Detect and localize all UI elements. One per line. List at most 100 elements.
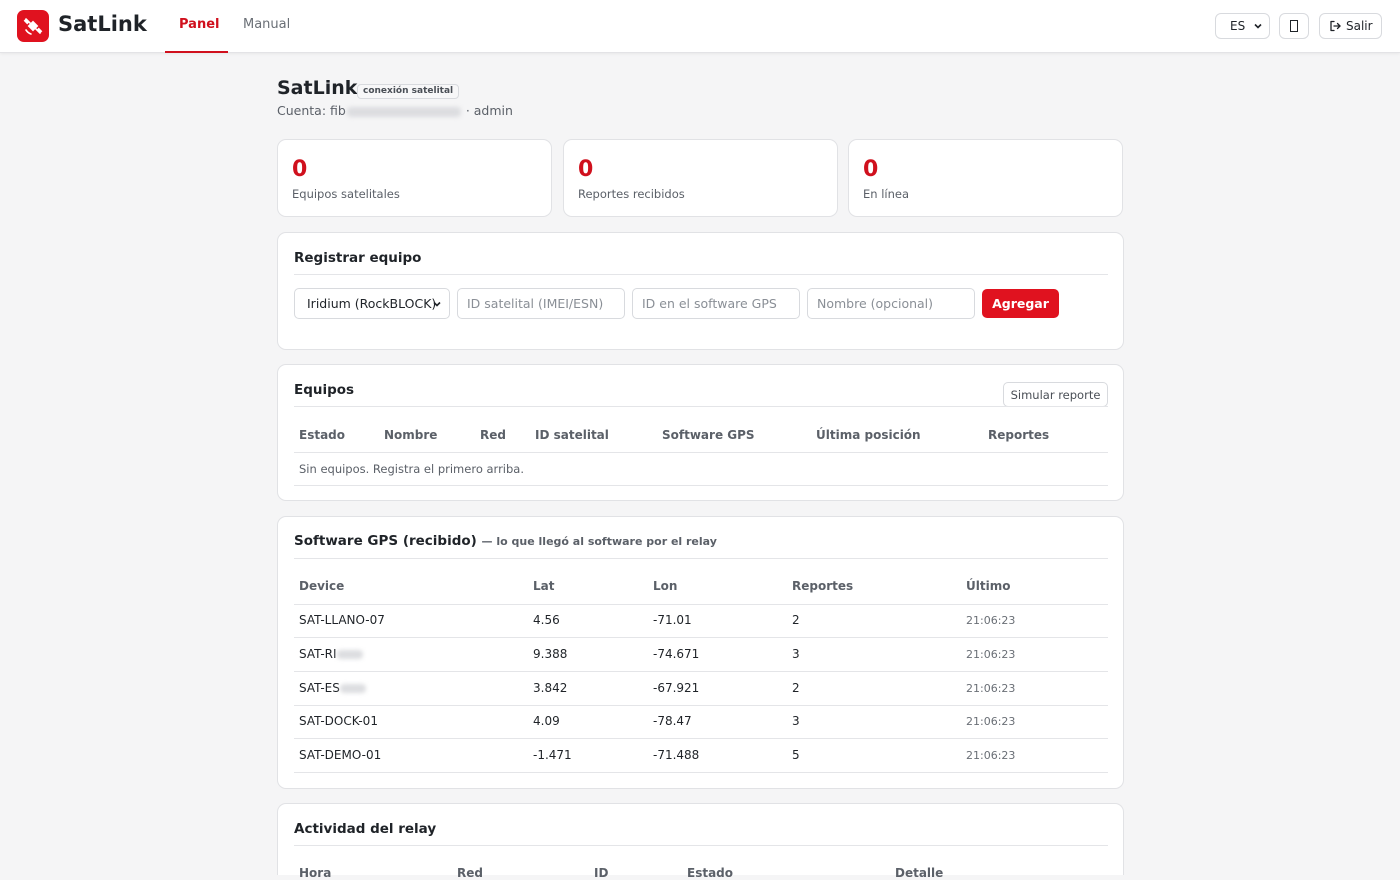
stat-card-reports: 0 Reportes recibidos xyxy=(563,139,838,217)
stat-value: 0 xyxy=(863,157,879,182)
divider xyxy=(294,558,1108,559)
cell-last: 21:06:23 xyxy=(966,682,1016,695)
language-select[interactable]: ES xyxy=(1215,13,1270,39)
stat-value: 0 xyxy=(292,157,308,182)
register-title: Registrar equipo xyxy=(294,250,422,266)
column-header[interactable]: Reportes xyxy=(792,579,853,593)
cell-last: 21:06:23 xyxy=(966,715,1016,728)
column-header[interactable]: Reportes xyxy=(988,428,1049,442)
cell-lat: -1.471 xyxy=(533,748,572,762)
gps-received-title: Software GPS (recibido) — lo que llegó a… xyxy=(294,533,717,549)
cell-reports: 2 xyxy=(792,613,800,627)
chevron-down-icon xyxy=(1254,23,1262,29)
account-prefix: Cuenta: fib xyxy=(277,103,346,118)
column-header[interactable]: Device xyxy=(299,579,344,593)
gps-software-id-input[interactable]: ID en el software GPS xyxy=(632,288,800,319)
cell-last: 21:06:23 xyxy=(966,648,1016,661)
redacted-fragment xyxy=(336,650,363,659)
divider xyxy=(294,845,1108,846)
stat-card-devices: 0 Equipos satelitales xyxy=(277,139,552,217)
add-device-button[interactable]: Agregar xyxy=(982,289,1059,318)
column-header[interactable]: ID satelital xyxy=(535,428,609,442)
gps-received-card: Software GPS (recibido) — lo que llegó a… xyxy=(277,516,1124,789)
gps-received-title-text: Software GPS (recibido) xyxy=(294,533,477,549)
network-value: Iridium (RockBLOCK) xyxy=(307,296,437,311)
cell-last: 21:06:23 xyxy=(966,614,1016,627)
row-divider xyxy=(294,671,1108,672)
stat-label: Equipos satelitales xyxy=(292,187,400,201)
network-select[interactable]: Iridium (RockBLOCK) xyxy=(294,288,450,319)
column-header[interactable]: Hora xyxy=(299,866,331,880)
device-name-input[interactable]: Nombre (opcional) xyxy=(807,288,975,319)
cell-lon: -67.921 xyxy=(653,681,700,695)
cell-lat: 4.56 xyxy=(533,613,560,627)
stat-label: En línea xyxy=(863,187,910,201)
chevron-down-icon xyxy=(433,301,441,307)
divider xyxy=(294,406,1108,407)
divider xyxy=(294,274,1108,275)
account-role: · admin xyxy=(465,103,513,118)
cell-lon: -78.47 xyxy=(653,714,692,728)
relay-activity-card: Actividad del relay Hora Red ID Estado D… xyxy=(277,803,1124,880)
tab-manual[interactable]: Manual xyxy=(243,17,290,53)
satellite-logo-icon[interactable] xyxy=(17,10,49,42)
column-header[interactable]: ID xyxy=(594,866,608,880)
cell-device: SAT-LLANO-07 xyxy=(299,613,385,627)
satellite-id-input[interactable]: ID satelital (IMEI/ESN) xyxy=(457,288,625,319)
cell-device: SAT-ES xyxy=(299,681,366,695)
gps-received-subtitle: — lo que llegó al software por el relay xyxy=(481,535,717,548)
cell-reports: 3 xyxy=(792,714,800,728)
cell-lon: -74.671 xyxy=(653,647,700,661)
relay-activity-title: Actividad del relay xyxy=(294,821,437,837)
empty-devices-message: Sin equipos. Registra el primero arriba. xyxy=(299,462,525,476)
cell-reports: 3 xyxy=(792,647,800,661)
device-id-text: SAT-ES xyxy=(299,681,340,695)
cell-device: SAT-RI xyxy=(299,647,363,661)
column-header[interactable]: Última posición xyxy=(816,428,921,442)
logout-icon xyxy=(1330,20,1341,32)
stat-value: 0 xyxy=(578,157,594,182)
row-divider xyxy=(294,485,1108,486)
header-divider xyxy=(294,452,1108,453)
header-divider xyxy=(294,604,1108,605)
column-header[interactable]: Red xyxy=(457,866,483,880)
language-value: ES xyxy=(1230,19,1246,33)
column-header[interactable]: Nombre xyxy=(384,428,437,442)
column-header[interactable]: Lat xyxy=(533,579,554,593)
redacted-fragment xyxy=(339,684,366,693)
cell-reports: 5 xyxy=(792,748,800,762)
cell-last: 21:06:23 xyxy=(966,749,1016,762)
cell-reports: 2 xyxy=(792,681,800,695)
column-header[interactable]: Lon xyxy=(653,579,677,593)
connection-badge: conexión satelital xyxy=(357,84,460,99)
theme-toggle-button[interactable] xyxy=(1279,13,1309,39)
stat-card-online: 0 En línea xyxy=(848,139,1123,217)
logout-label: Salir xyxy=(1346,19,1373,33)
redacted-account xyxy=(346,106,461,117)
devices-title: Equipos xyxy=(294,382,355,398)
devices-card: Equipos Simular reporte Estado Nombre Re… xyxy=(277,364,1124,501)
cell-lat: 4.09 xyxy=(533,714,560,728)
column-header[interactable]: Estado xyxy=(299,428,345,442)
column-header[interactable]: Último xyxy=(966,579,1010,593)
cell-lat: 3.842 xyxy=(533,681,568,695)
cell-device: SAT-DEMO-01 xyxy=(299,748,382,762)
top-navbar: SatLink Panel Manual ES Salir xyxy=(0,0,1400,53)
row-divider xyxy=(294,705,1108,706)
cell-lon: -71.01 xyxy=(653,613,692,627)
cell-device: SAT-DOCK-01 xyxy=(299,714,378,728)
device-id-text: SAT-RI xyxy=(299,647,337,661)
column-header[interactable]: Red xyxy=(480,428,506,442)
active-tab-indicator xyxy=(165,51,228,53)
column-header[interactable]: Estado xyxy=(687,866,733,880)
tab-panel[interactable]: Panel xyxy=(179,17,219,53)
cell-lat: 9.388 xyxy=(533,647,568,661)
row-divider xyxy=(294,738,1108,739)
logout-button[interactable]: Salir xyxy=(1319,13,1382,39)
row-divider xyxy=(294,772,1108,773)
simulate-report-button[interactable]: Simular reporte xyxy=(1003,382,1108,407)
column-header[interactable]: Detalle xyxy=(895,866,943,880)
register-device-card: Registrar equipo Iridium (RockBLOCK) ID … xyxy=(277,232,1124,350)
brand-name[interactable]: SatLink xyxy=(58,12,147,36)
column-header[interactable]: Software GPS xyxy=(662,428,755,442)
